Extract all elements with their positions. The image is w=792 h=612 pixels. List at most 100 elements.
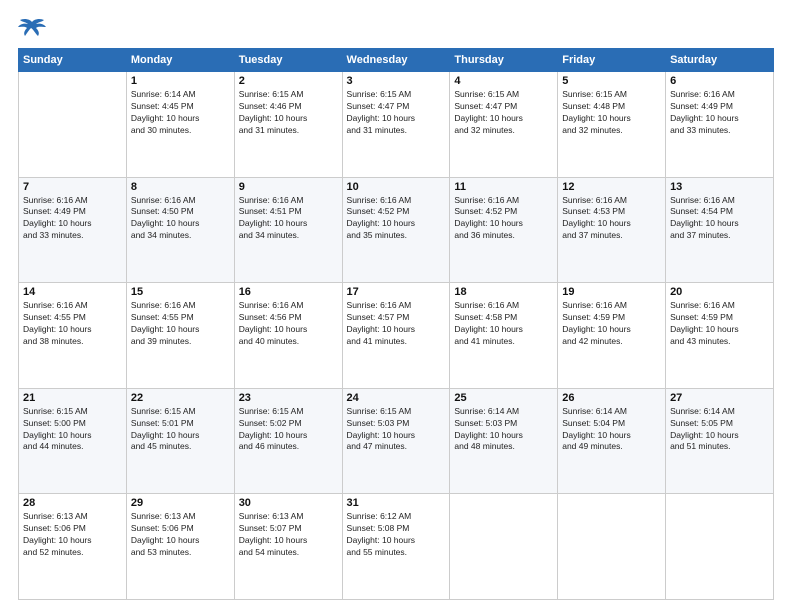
day-info: Sunrise: 6:14 AM Sunset: 5:04 PM Dayligh… bbox=[562, 406, 661, 454]
calendar-cell: 9Sunrise: 6:16 AM Sunset: 4:51 PM Daylig… bbox=[234, 177, 342, 283]
day-number: 8 bbox=[131, 181, 230, 193]
day-info: Sunrise: 6:16 AM Sunset: 4:52 PM Dayligh… bbox=[454, 195, 553, 243]
calendar-cell bbox=[666, 494, 774, 600]
calendar-cell: 19 Sunrise: 6:16 AM Sunset: 4:59 PM Dayli… bbox=[558, 283, 666, 389]
day-info: Sunrise: 6:16 AM Sunset: 4:49 PM Dayligh… bbox=[23, 195, 122, 243]
day-info: Sunrise: 6:14 AM Sunset: 5:03 PM Dayligh… bbox=[454, 406, 553, 454]
weekday-header-tuesday: Tuesday bbox=[234, 49, 342, 72]
day-number: 31 bbox=[347, 497, 446, 509]
day-number: 1 bbox=[131, 75, 230, 87]
day-number: 2 bbox=[239, 75, 338, 87]
calendar-cell: 21Sunrise: 6:15 AM Sunset: 5:00 PM Dayli… bbox=[19, 388, 127, 494]
day-info: Sunrise: 6:16 AM Sunset: 4:53 PM Dayligh… bbox=[562, 195, 661, 243]
day-number: 23 bbox=[239, 392, 338, 404]
header bbox=[18, 18, 774, 40]
day-info: Sunrise: 6:15 AM Sunset: 4:47 PM Dayligh… bbox=[347, 89, 446, 137]
day-info: Sunrise: 6:16 AM Sunset: 4:54 PM Dayligh… bbox=[670, 195, 769, 243]
day-number: 29 bbox=[131, 497, 230, 509]
day-info: Sunrise: 6:15 AM Sunset: 4:48 PM Dayligh… bbox=[562, 89, 661, 137]
day-info: Sunrise: 6:16 AM Sunset: 4:58 PM Dayligh… bbox=[454, 300, 553, 348]
day-number: 22 bbox=[131, 392, 230, 404]
day-number: 4 bbox=[454, 75, 553, 87]
weekday-header-saturday: Saturday bbox=[666, 49, 774, 72]
day-number: 26 bbox=[562, 392, 661, 404]
calendar-cell: 17Sunrise: 6:16 AM Sunset: 4:57 PM Dayli… bbox=[342, 283, 450, 389]
day-number: 12 bbox=[562, 181, 661, 193]
calendar-cell bbox=[19, 72, 127, 178]
calendar-cell: 14 Sunrise: 6:16 AM Sunset: 4:55 PM Dayli… bbox=[19, 283, 127, 389]
calendar-cell: 24Sunrise: 6:15 AM Sunset: 5:03 PM Dayli… bbox=[342, 388, 450, 494]
calendar-cell: 15 Sunrise: 6:16 AM Sunset: 4:55 PM Dayli… bbox=[126, 283, 234, 389]
calendar-cell: 22 Sunrise: 6:15 AM Sunset: 5:01 PM Dayli… bbox=[126, 388, 234, 494]
day-info: Sunrise: 6:13 AM Sunset: 5:06 PM Dayligh… bbox=[23, 511, 122, 559]
calendar-cell: 8 Sunrise: 6:16 AM Sunset: 4:50 PM Daylig… bbox=[126, 177, 234, 283]
day-info: Sunrise: 6:16 AM Sunset: 4:55 PM Dayligh… bbox=[23, 300, 122, 348]
calendar-cell: 1Sunrise: 6:14 AM Sunset: 4:45 PM Daylig… bbox=[126, 72, 234, 178]
day-number: 19 bbox=[562, 286, 661, 298]
day-info: Sunrise: 6:16 AM Sunset: 4:59 PM Dayligh… bbox=[670, 300, 769, 348]
day-info: Sunrise: 6:15 AM Sunset: 5:00 PM Dayligh… bbox=[23, 406, 122, 454]
day-number: 5 bbox=[562, 75, 661, 87]
page: SundayMondayTuesdayWednesdayThursdayFrid… bbox=[0, 0, 792, 612]
calendar-cell: 31 Sunrise: 6:12 AM Sunset: 5:08 PM Dayli… bbox=[342, 494, 450, 600]
day-info: Sunrise: 6:16 AM Sunset: 4:56 PM Dayligh… bbox=[239, 300, 338, 348]
weekday-header-monday: Monday bbox=[126, 49, 234, 72]
weekday-header-row: SundayMondayTuesdayWednesdayThursdayFrid… bbox=[19, 49, 774, 72]
calendar-cell: 30 Sunrise: 6:13 AM Sunset: 5:07 PM Dayli… bbox=[234, 494, 342, 600]
day-number: 30 bbox=[239, 497, 338, 509]
calendar-cell: 10 Sunrise: 6:16 AM Sunset: 4:52 PM Dayli… bbox=[342, 177, 450, 283]
day-number: 27 bbox=[670, 392, 769, 404]
calendar-cell: 12 Sunrise: 6:16 AM Sunset: 4:53 PM Dayli… bbox=[558, 177, 666, 283]
day-number: 7 bbox=[23, 181, 122, 193]
calendar-cell: 4 Sunrise: 6:15 AM Sunset: 4:47 PM Daylig… bbox=[450, 72, 558, 178]
weekday-header-sunday: Sunday bbox=[19, 49, 127, 72]
day-info: Sunrise: 6:15 AM Sunset: 5:02 PM Dayligh… bbox=[239, 406, 338, 454]
day-info: Sunrise: 6:16 AM Sunset: 4:57 PM Dayligh… bbox=[347, 300, 446, 348]
day-number: 14 bbox=[23, 286, 122, 298]
day-info: Sunrise: 6:16 AM Sunset: 4:55 PM Dayligh… bbox=[131, 300, 230, 348]
calendar-week-row: 14 Sunrise: 6:16 AM Sunset: 4:55 PM Dayli… bbox=[19, 283, 774, 389]
day-info: Sunrise: 6:15 AM Sunset: 5:01 PM Dayligh… bbox=[131, 406, 230, 454]
day-info: Sunrise: 6:16 AM Sunset: 4:49 PM Dayligh… bbox=[670, 89, 769, 137]
day-info: Sunrise: 6:15 AM Sunset: 4:47 PM Dayligh… bbox=[454, 89, 553, 137]
calendar-cell: 3Sunrise: 6:15 AM Sunset: 4:47 PM Daylig… bbox=[342, 72, 450, 178]
calendar-cell: 2 Sunrise: 6:15 AM Sunset: 4:46 PM Daylig… bbox=[234, 72, 342, 178]
day-number: 28 bbox=[23, 497, 122, 509]
day-number: 6 bbox=[670, 75, 769, 87]
day-info: Sunrise: 6:16 AM Sunset: 4:51 PM Dayligh… bbox=[239, 195, 338, 243]
day-number: 13 bbox=[670, 181, 769, 193]
day-info: Sunrise: 6:13 AM Sunset: 5:07 PM Dayligh… bbox=[239, 511, 338, 559]
calendar-cell bbox=[450, 494, 558, 600]
day-number: 11 bbox=[454, 181, 553, 193]
day-info: Sunrise: 6:15 AM Sunset: 5:03 PM Dayligh… bbox=[347, 406, 446, 454]
calendar-week-row: 1Sunrise: 6:14 AM Sunset: 4:45 PM Daylig… bbox=[19, 72, 774, 178]
day-info: Sunrise: 6:14 AM Sunset: 5:05 PM Dayligh… bbox=[670, 406, 769, 454]
calendar-cell: 26 Sunrise: 6:14 AM Sunset: 5:04 PM Dayli… bbox=[558, 388, 666, 494]
day-info: Sunrise: 6:16 AM Sunset: 4:59 PM Dayligh… bbox=[562, 300, 661, 348]
day-info: Sunrise: 6:13 AM Sunset: 5:06 PM Dayligh… bbox=[131, 511, 230, 559]
day-info: Sunrise: 6:16 AM Sunset: 4:52 PM Dayligh… bbox=[347, 195, 446, 243]
day-number: 10 bbox=[347, 181, 446, 193]
calendar-cell: 23 Sunrise: 6:15 AM Sunset: 5:02 PM Dayli… bbox=[234, 388, 342, 494]
weekday-header-wednesday: Wednesday bbox=[342, 49, 450, 72]
calendar-table: SundayMondayTuesdayWednesdayThursdayFrid… bbox=[18, 48, 774, 600]
calendar-cell: 11 Sunrise: 6:16 AM Sunset: 4:52 PM Dayli… bbox=[450, 177, 558, 283]
day-number: 18 bbox=[454, 286, 553, 298]
day-info: Sunrise: 6:12 AM Sunset: 5:08 PM Dayligh… bbox=[347, 511, 446, 559]
logo bbox=[18, 18, 50, 40]
calendar-cell: 5 Sunrise: 6:15 AM Sunset: 4:48 PM Daylig… bbox=[558, 72, 666, 178]
calendar-week-row: 7 Sunrise: 6:16 AM Sunset: 4:49 PM Daylig… bbox=[19, 177, 774, 283]
calendar-cell: 25 Sunrise: 6:14 AM Sunset: 5:03 PM Dayli… bbox=[450, 388, 558, 494]
day-number: 16 bbox=[239, 286, 338, 298]
weekday-header-thursday: Thursday bbox=[450, 49, 558, 72]
calendar-week-row: 21Sunrise: 6:15 AM Sunset: 5:00 PM Dayli… bbox=[19, 388, 774, 494]
day-info: Sunrise: 6:16 AM Sunset: 4:50 PM Dayligh… bbox=[131, 195, 230, 243]
calendar-cell: 16 Sunrise: 6:16 AM Sunset: 4:56 PM Dayli… bbox=[234, 283, 342, 389]
calendar-cell: 27 Sunrise: 6:14 AM Sunset: 5:05 PM Dayli… bbox=[666, 388, 774, 494]
calendar-cell: 13 Sunrise: 6:16 AM Sunset: 4:54 PM Dayli… bbox=[666, 177, 774, 283]
calendar-cell: 20Sunrise: 6:16 AM Sunset: 4:59 PM Dayli… bbox=[666, 283, 774, 389]
day-number: 25 bbox=[454, 392, 553, 404]
calendar-week-row: 28 Sunrise: 6:13 AM Sunset: 5:06 PM Dayli… bbox=[19, 494, 774, 600]
day-number: 15 bbox=[131, 286, 230, 298]
day-info: Sunrise: 6:15 AM Sunset: 4:46 PM Dayligh… bbox=[239, 89, 338, 137]
